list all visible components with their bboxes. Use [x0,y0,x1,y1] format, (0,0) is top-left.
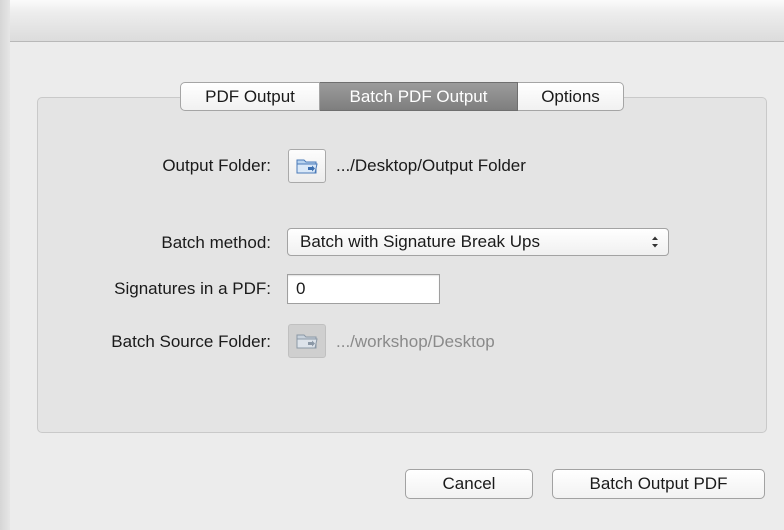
tab-batch-pdf-output[interactable]: Batch PDF Output [320,82,518,111]
tab-pdf-output[interactable]: PDF Output [180,82,320,111]
signatures-label: Signatures in a PDF: [114,279,271,298]
batch-method-label: Batch method: [161,233,271,252]
output-folder-path: .../Desktop/Output Folder [336,156,526,175]
batch-output-pdf-button[interactable]: Batch Output PDF [552,469,765,499]
output-folder-label: Output Folder: [162,156,271,175]
batch-source-folder-button[interactable] [288,324,326,358]
folder-icon [296,334,318,349]
tab-bar: PDF Output Batch PDF Output Options [180,82,624,111]
batch-source-folder-label: Batch Source Folder: [111,332,271,351]
output-folder-button[interactable] [288,149,326,183]
cancel-button[interactable]: Cancel [405,469,533,499]
signatures-input[interactable] [287,274,440,304]
popup-arrows-icon [652,236,658,248]
window-edge [0,0,10,530]
dialog-window: PDF Output Batch PDF Output Options Outp… [0,0,784,530]
batch-method-select[interactable]: Batch with Signature Break Ups [287,228,669,256]
batch-method-value: Batch with Signature Break Ups [300,232,541,251]
tab-content-panel [37,97,767,433]
tab-options[interactable]: Options [518,82,624,111]
title-bar [10,0,784,42]
folder-icon [296,159,318,174]
batch-source-folder-path: .../workshop/Desktop [336,332,495,351]
